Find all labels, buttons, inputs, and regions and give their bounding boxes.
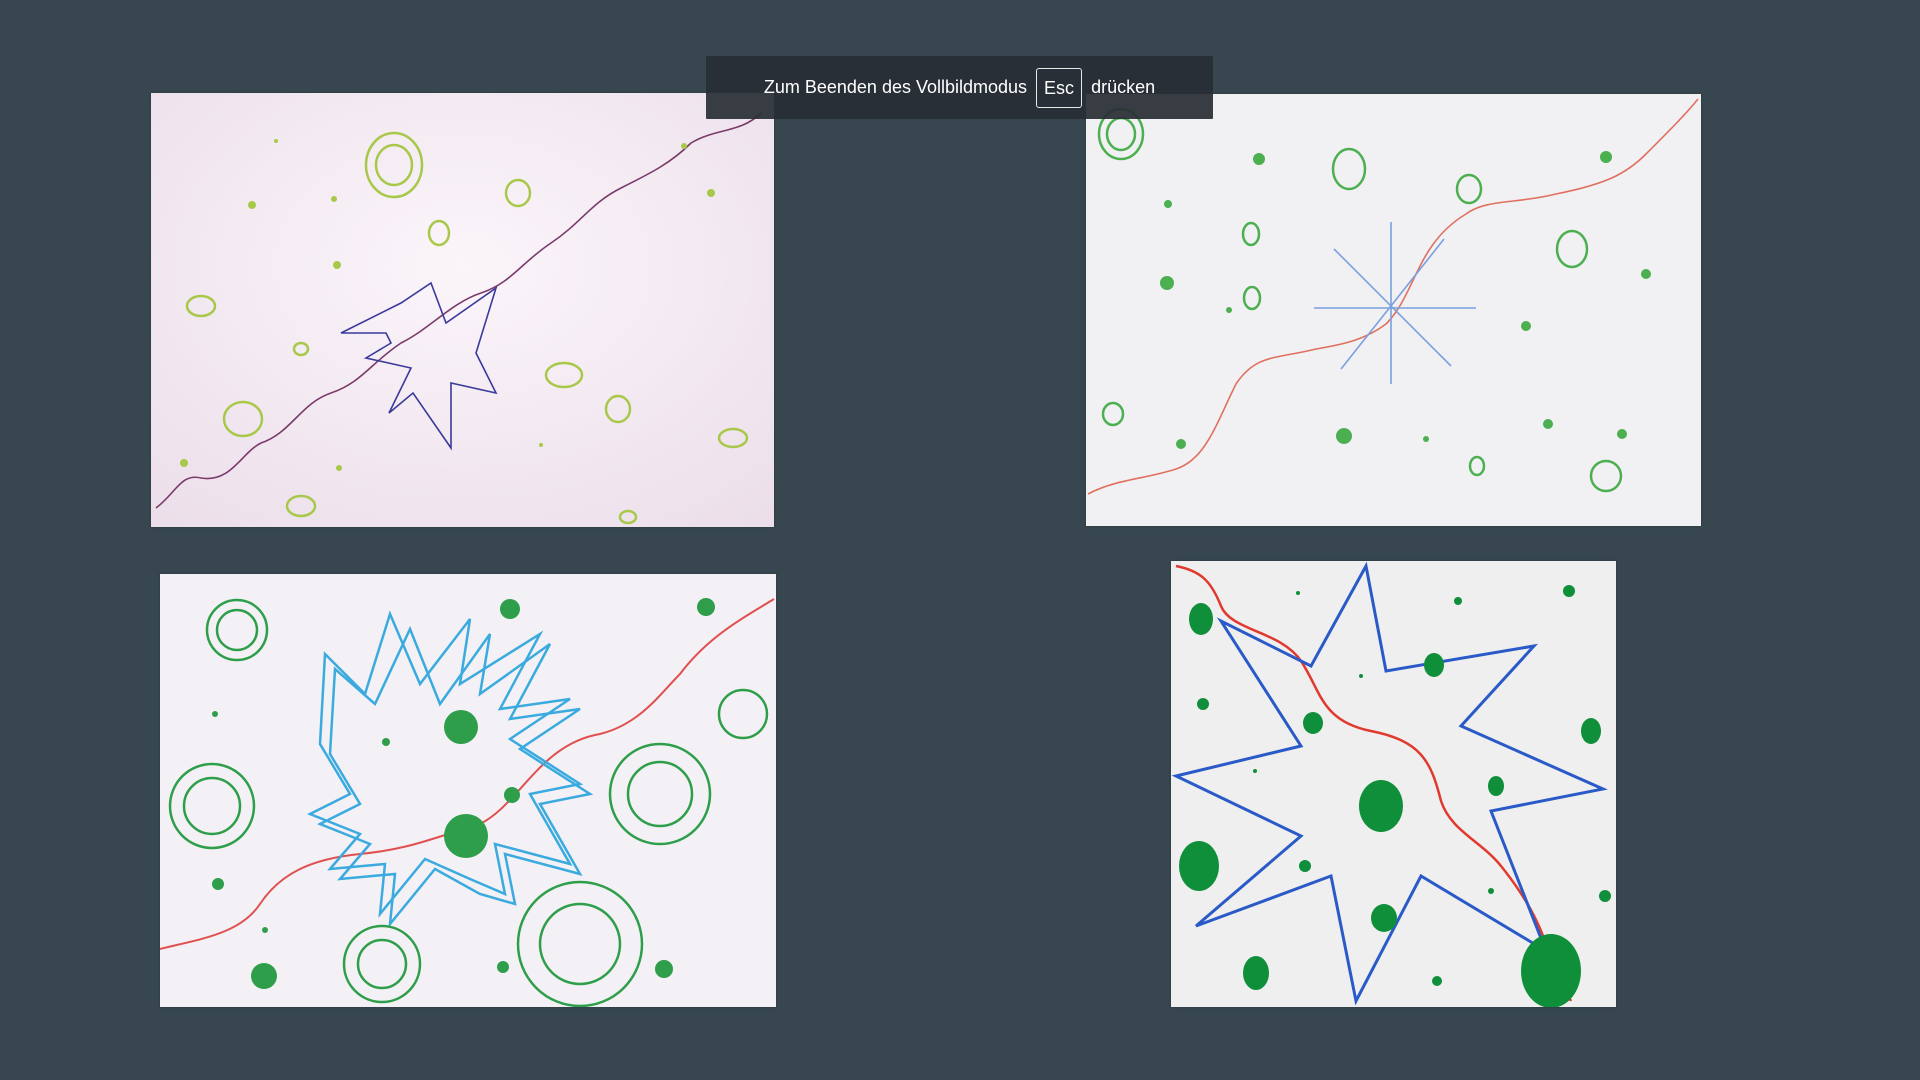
notice-text-before: Zum Beenden des Vollbildmodus (763, 77, 1028, 97)
drawing-image-2[interactable] (1086, 94, 1701, 526)
drawing-image-4[interactable] (1171, 561, 1616, 1007)
fullscreen-exit-notice: Zum Beenden des Vollbildmodus Esc drücke… (706, 56, 1213, 119)
fullscreen-viewer: Zum Beenden des Vollbildmodus Esc drücke… (0, 0, 1920, 1080)
esc-key-badge: Esc (1036, 67, 1083, 108)
drawing-image-3[interactable] (160, 574, 776, 1007)
notice-text-after: drücken (1091, 77, 1156, 97)
drawing-image-1[interactable] (151, 93, 774, 527)
